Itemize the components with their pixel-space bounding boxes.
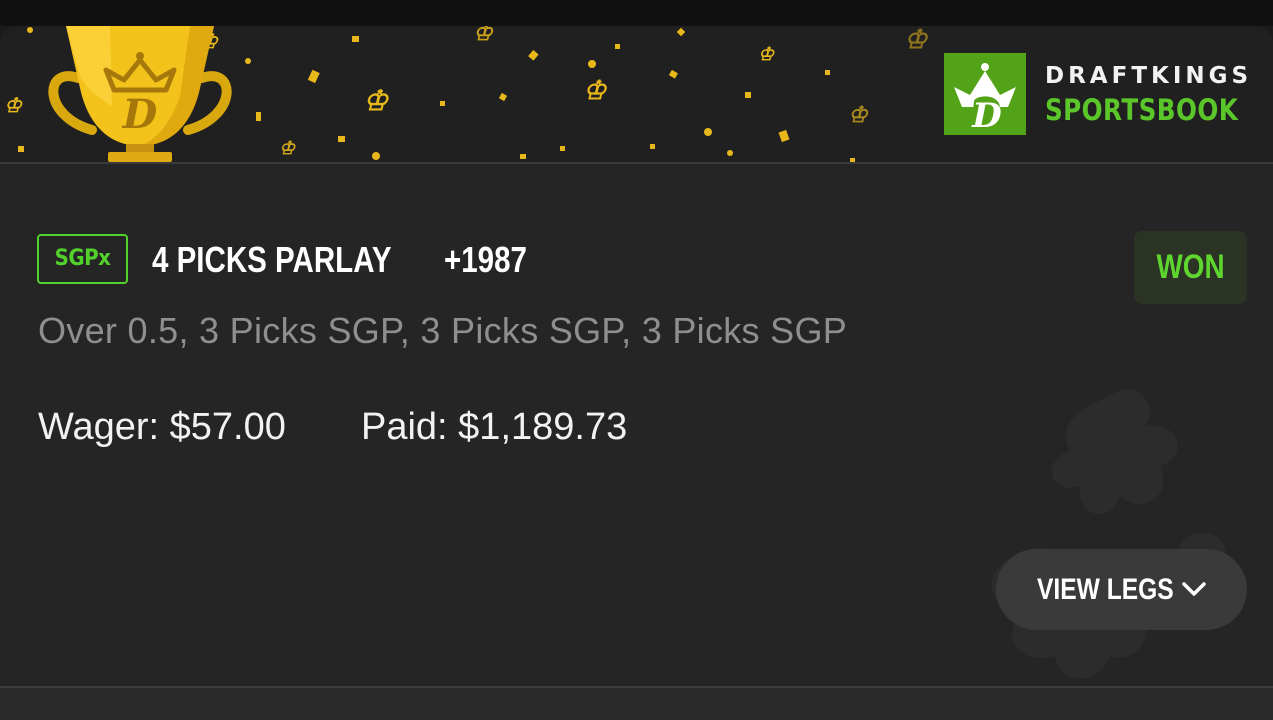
view-legs-label: VIEW LEGS (1037, 573, 1174, 606)
status-label: WON (1156, 248, 1225, 286)
svg-text:♔: ♔ (848, 102, 869, 128)
bet-description: Over 0.5, 3 Picks SGP, 3 Picks SGP, 3 Pi… (38, 310, 848, 351)
background-crown-watermark (991, 389, 1240, 679)
paid-amount: Paid: $1,189.73 (361, 406, 628, 448)
sgpx-badge: SGPx (37, 234, 128, 284)
bet-amounts: Wager: $57.00 Paid: $1,189.73 (38, 404, 627, 450)
svg-text:♔: ♔ (758, 44, 775, 65)
bet-odds: +1987 (444, 239, 527, 280)
bet-card: ♔ ♔ ♔ ♔ ♔ ♔ ♔ ♔ ♔ D (0, 26, 1273, 686)
next-card-edge (0, 688, 1273, 720)
celebration-banner: ♔ ♔ ♔ ♔ ♔ ♔ ♔ ♔ ♔ D (0, 26, 1273, 164)
svg-text:♔: ♔ (363, 84, 389, 117)
bet-title: 4 PICKS PARLAY (152, 239, 392, 280)
trophy-icon: D (48, 26, 232, 162)
draftkings-crown-icon: D (944, 53, 1026, 135)
svg-text:♔: ♔ (279, 138, 296, 159)
chevron-down-icon (1182, 582, 1206, 596)
wager-amount: Wager: $57.00 (38, 406, 286, 448)
view-legs-button[interactable]: VIEW LEGS (996, 549, 1247, 630)
svg-text:♔: ♔ (583, 76, 608, 106)
svg-text:♔: ♔ (4, 93, 23, 117)
svg-text:D: D (122, 91, 158, 138)
brand-product: SPORTSBOOK (1045, 93, 1239, 127)
svg-text:D: D (971, 96, 1002, 135)
brand-name: DRAFTKINGS (1045, 63, 1253, 89)
svg-text:♔: ♔ (904, 26, 929, 55)
status-badge: WON (1134, 231, 1247, 304)
svg-text:♔: ♔ (473, 26, 494, 46)
status-bar (0, 0, 1273, 26)
